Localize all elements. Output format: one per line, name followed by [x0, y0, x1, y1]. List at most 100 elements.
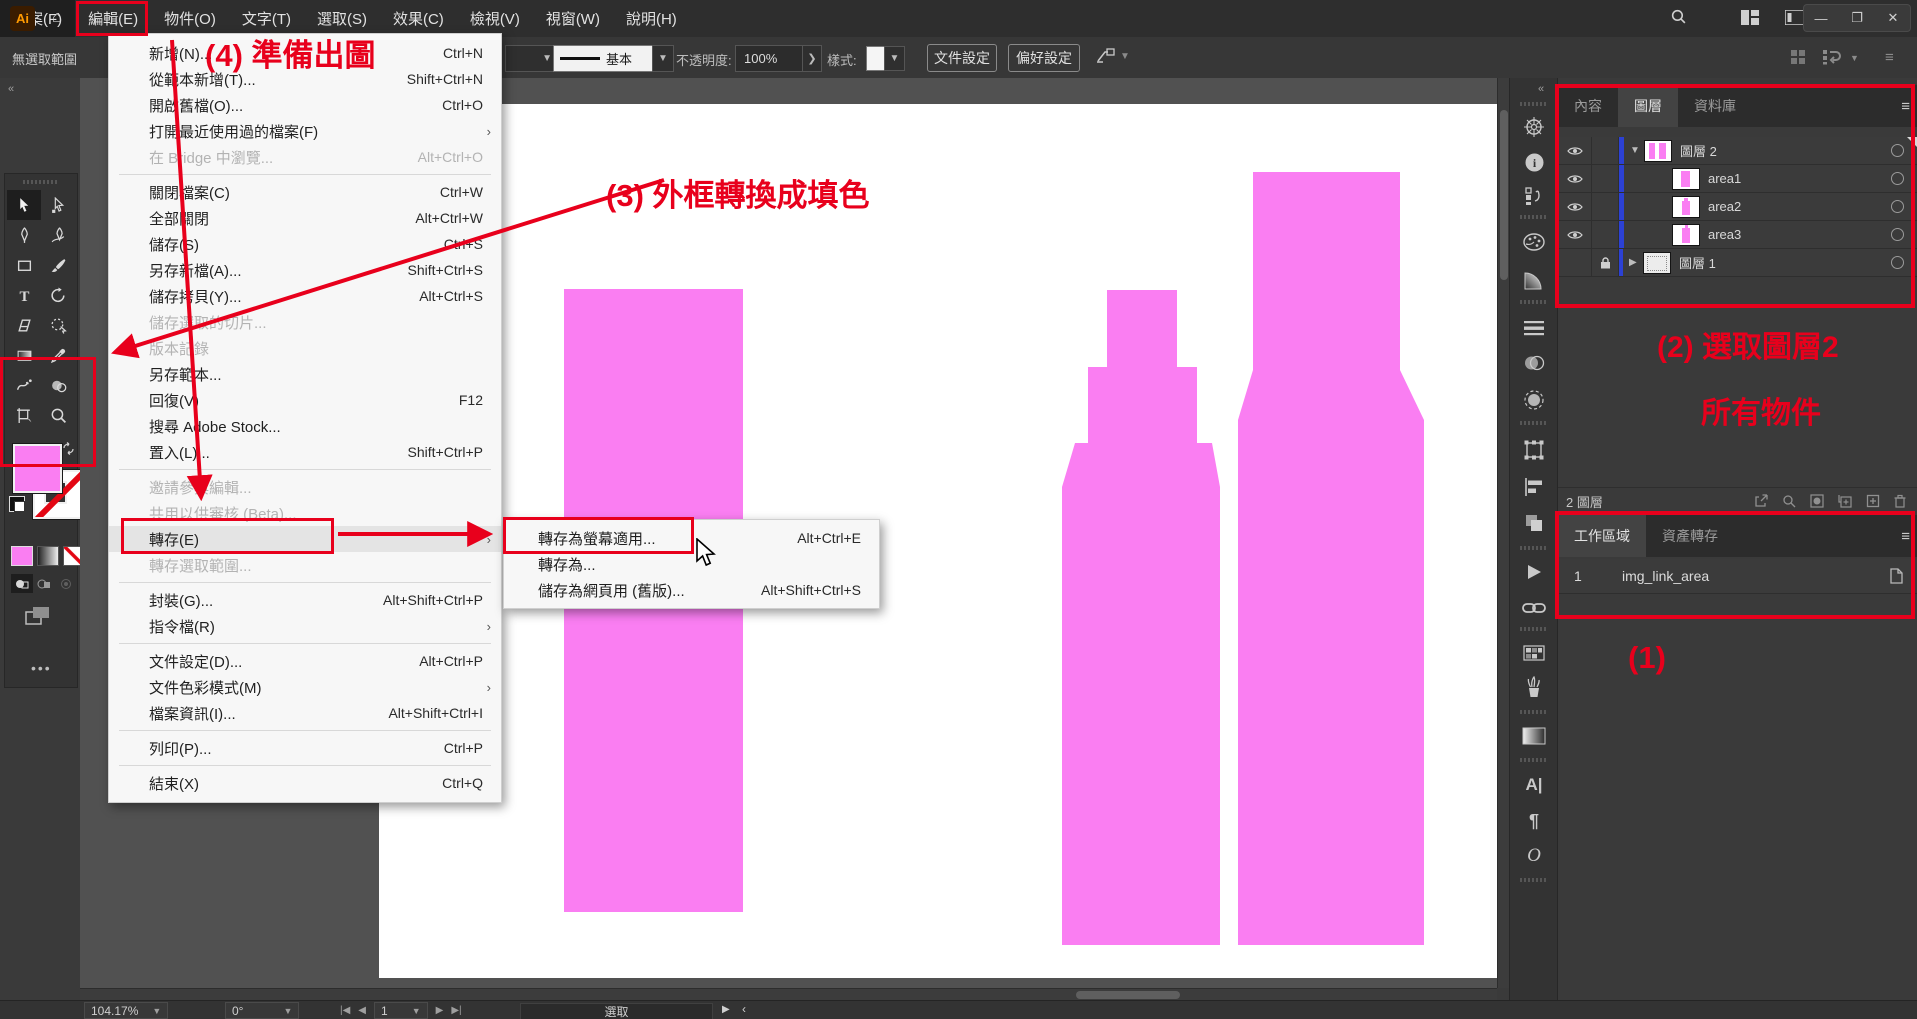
- menu-item-revert[interactable]: 回復(V)F12: [109, 387, 501, 413]
- lock-column[interactable]: [1592, 137, 1619, 164]
- visibility-eye-icon[interactable]: [1558, 137, 1592, 164]
- menu-edit[interactable]: 編輯(E): [75, 0, 151, 37]
- tab-layers[interactable]: 圖層: [1618, 85, 1678, 127]
- gradient-panel-icon[interactable]: [1522, 724, 1546, 748]
- menu-item-file-info[interactable]: 檔案資訊(I)...Alt+Shift+Ctrl+I: [109, 700, 501, 726]
- style-swatch[interactable]: [866, 46, 886, 71]
- character-panel-icon[interactable]: A|: [1522, 773, 1546, 797]
- menu-window[interactable]: 視窗(W): [533, 0, 613, 37]
- make-clipping-mask-icon[interactable]: [1810, 494, 1824, 508]
- document-arrange-icon[interactable]: [1785, 10, 1805, 25]
- layer-row-layer1[interactable]: ▶ 圖層 1: [1558, 249, 1917, 277]
- search-icon[interactable]: [1670, 8, 1687, 25]
- status-back-icon[interactable]: ‹: [742, 1002, 746, 1016]
- layer-row-layer2[interactable]: ▼ 圖層 2: [1558, 137, 1917, 165]
- toolbar-grip[interactable]: [23, 180, 59, 184]
- align-panel-icon[interactable]: [1522, 475, 1546, 499]
- collapsed-chevron-icon[interactable]: ▶: [1629, 257, 1643, 268]
- menu-item-save-as[interactable]: 另存新檔(A)...Shift+Ctrl+S: [109, 257, 501, 283]
- paragraph-panel-icon[interactable]: ¶: [1522, 809, 1546, 833]
- default-fill-stroke-icon[interactable]: [9, 496, 25, 512]
- strip-grip[interactable]: [1520, 215, 1548, 219]
- submenu-item-export-for-screens[interactable]: 轉存為螢幕適用...Alt+Ctrl+E: [504, 525, 879, 551]
- menu-item-open-recent[interactable]: 打開最近使用過的檔案(F)›: [109, 118, 501, 144]
- rotation-control[interactable]: 0°▼: [225, 1002, 299, 1019]
- edit-toolbar-icon[interactable]: •••: [31, 660, 52, 676]
- artboard-name[interactable]: img_link_area: [1622, 568, 1709, 584]
- first-artboard-icon[interactable]: |◀: [340, 1005, 350, 1016]
- links-panel-icon[interactable]: [1522, 596, 1546, 620]
- expand-panels-icon[interactable]: «: [1538, 83, 1544, 95]
- menu-item-document-setup[interactable]: 文件設定(D)...Alt+Ctrl+P: [109, 648, 501, 674]
- eraser-tool[interactable]: [7, 310, 41, 340]
- appearance-panel-icon[interactable]: [1522, 388, 1546, 412]
- layer-thumbnail[interactable]: [1644, 140, 1672, 162]
- menu-item-close-all[interactable]: 全部關閉Alt+Ctrl+W: [109, 205, 501, 231]
- horizontal-scrollbar-thumb[interactable]: [1076, 991, 1180, 999]
- collapse-toolbar-icon[interactable]: «: [8, 83, 14, 95]
- artboard-row[interactable]: 1 img_link_area: [1558, 559, 1917, 594]
- layer-thumbnail[interactable]: [1672, 168, 1700, 190]
- collect-export-icon[interactable]: [1754, 494, 1768, 508]
- align-glyphs-dropdown-icon[interactable]: ▼: [1120, 51, 1130, 62]
- menu-effect[interactable]: 效果(C): [380, 0, 457, 37]
- layer-row-area3[interactable]: area3: [1558, 221, 1917, 249]
- new-layer-icon[interactable]: [1866, 494, 1880, 508]
- rotate-tool[interactable]: [41, 280, 75, 310]
- menu-item-scripts[interactable]: 指令檔(R)›: [109, 613, 501, 639]
- visibility-eye-icon[interactable]: [1558, 193, 1592, 220]
- curvature-tool[interactable]: [41, 220, 75, 250]
- menu-item-search-adobe-stock[interactable]: 搜尋 Adobe Stock...: [109, 413, 501, 439]
- lock-column[interactable]: [1592, 193, 1619, 220]
- draw-inside-button[interactable]: [55, 574, 77, 593]
- lock-column[interactable]: [1592, 165, 1619, 192]
- pen-tool[interactable]: [7, 220, 41, 250]
- strip-grip[interactable]: [1520, 421, 1548, 425]
- layer-thumbnail[interactable]: [1672, 196, 1700, 218]
- target-circle-icon[interactable]: [1891, 200, 1904, 213]
- draw-behind-button[interactable]: [33, 574, 55, 593]
- eyedropper-tool[interactable]: [41, 340, 75, 370]
- zoom-tool[interactable]: [41, 400, 75, 430]
- close-button[interactable]: ✕: [1876, 5, 1910, 31]
- shape-builder-tool[interactable]: [41, 370, 75, 400]
- layer-name[interactable]: area3: [1708, 227, 1741, 242]
- document-setup-button[interactable]: 文件設定: [927, 44, 997, 72]
- wheel-icon[interactable]: [1522, 115, 1546, 139]
- screen-mode-icon[interactable]: [25, 606, 51, 626]
- menu-help[interactable]: 說明(H): [613, 0, 690, 37]
- menu-item-package[interactable]: 封裝(G)...Alt+Shift+Ctrl+P: [109, 587, 501, 613]
- target-circle-icon[interactable]: [1891, 228, 1904, 241]
- menu-item-save[interactable]: 儲存(S)Ctrl+S: [109, 231, 501, 257]
- target-circle-icon[interactable]: [1891, 256, 1904, 269]
- layers-panel-menu-icon[interactable]: ≡: [1901, 98, 1910, 115]
- color-guide-icon[interactable]: [1522, 268, 1546, 292]
- opacity-input[interactable]: 100%: [735, 45, 811, 72]
- brush-definition-field[interactable]: 基本: [553, 45, 666, 72]
- rotation-value[interactable]: 0°: [232, 1004, 243, 1018]
- layer-name[interactable]: 圖層 2: [1680, 141, 1717, 160]
- layer-thumbnail[interactable]: [1643, 252, 1671, 274]
- menu-item-document-color-mode[interactable]: 文件色彩模式(M)›: [109, 674, 501, 700]
- pink-bottle-large-shape[interactable]: [1238, 172, 1424, 945]
- strip-grip[interactable]: [1520, 878, 1548, 882]
- snap-options-icon[interactable]: [1822, 49, 1842, 65]
- home-icon[interactable]: ⌂: [52, 9, 62, 27]
- tab-libraries[interactable]: 資料庫: [1678, 85, 1752, 127]
- brushes-panel-icon[interactable]: [1522, 675, 1546, 699]
- menu-item-close[interactable]: 關閉檔案(C)Ctrl+W: [109, 179, 501, 205]
- layer-row-area1[interactable]: area1: [1558, 165, 1917, 193]
- gradient-tool[interactable]: [7, 340, 41, 370]
- tab-asset-export[interactable]: 資產轉存: [1646, 515, 1734, 557]
- menu-item-exit[interactable]: 結束(X)Ctrl+Q: [109, 770, 501, 796]
- menu-item-open[interactable]: 開啟舊檔(O)...Ctrl+O: [109, 92, 501, 118]
- align-glyphs-icon[interactable]: [1095, 47, 1117, 65]
- target-circle-icon[interactable]: [1891, 144, 1904, 157]
- visibility-eye-icon[interactable]: [1558, 221, 1592, 248]
- pathfinder-panel-icon[interactable]: [1522, 511, 1546, 535]
- lock-icon[interactable]: [1592, 249, 1619, 276]
- info-icon[interactable]: i: [1522, 150, 1546, 174]
- arrange-documents-icon[interactable]: [1790, 49, 1806, 65]
- layer-thumbnail[interactable]: [1672, 224, 1700, 246]
- type-tool[interactable]: T: [7, 280, 41, 310]
